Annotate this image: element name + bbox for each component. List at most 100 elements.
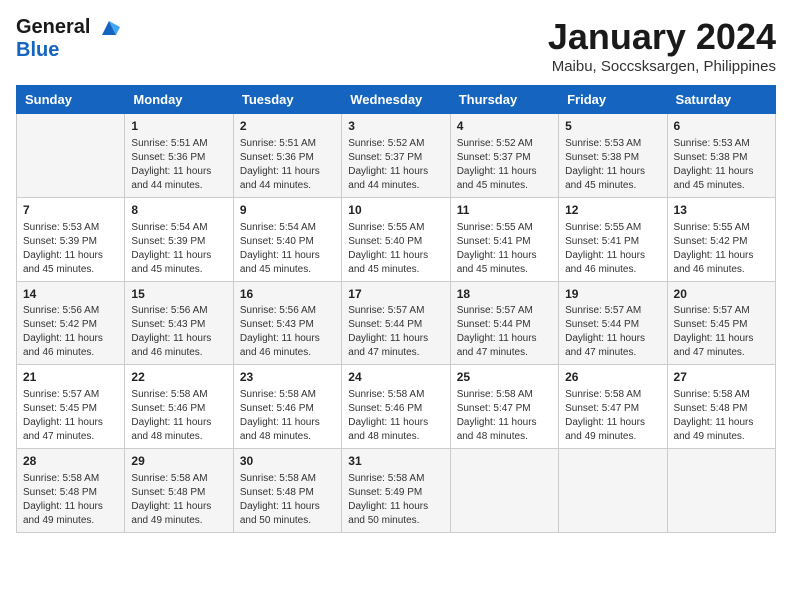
day-info: Sunrise: 5:55 AMSunset: 5:42 PMDaylight:… (674, 221, 769, 277)
calendar-cell: 4 Sunrise: 5:52 AMSunset: 5:37 PMDaylight… (450, 114, 558, 198)
calendar-cell: 18Sunrise: 5:57 AMSunset: 5:44 PMDayligh… (450, 281, 558, 365)
day-info: Sunrise: 5:58 AMSunset: 5:48 PMDaylight:… (23, 472, 118, 528)
day-info: Sunrise: 5:58 AMSunset: 5:48 PMDaylight:… (131, 472, 226, 528)
day-info: Sunrise: 5:58 AMSunset: 5:48 PMDaylight:… (674, 388, 769, 444)
day-info: Sunrise: 5:58 AMSunset: 5:48 PMDaylight:… (240, 472, 335, 528)
calendar-cell: 30 Sunrise: 5:58 AMSunset: 5:48 PMDayligh… (233, 449, 341, 533)
calendar-cell: 21Sunrise: 5:57 AMSunset: 5:45 PMDayligh… (17, 365, 125, 449)
day-number: 18 (457, 286, 552, 303)
day-info: Sunrise: 5:57 AMSunset: 5:45 PMDaylight:… (674, 304, 769, 360)
calendar-cell: 16Sunrise: 5:56 AMSunset: 5:43 PMDayligh… (233, 281, 341, 365)
day-number: 29 (131, 453, 226, 470)
calendar-cell: 5Sunrise: 5:53 AMSunset: 5:38 PMDaylight… (559, 114, 667, 198)
day-number: 8 (131, 202, 226, 219)
calendar-cell: 1 Sunrise: 5:51 AMSunset: 5:36 PMDaylight… (125, 114, 233, 198)
calendar-cell: 29 Sunrise: 5:58 AMSunset: 5:48 PMDayligh… (125, 449, 233, 533)
calendar-cell: 27 Sunrise: 5:58 AMSunset: 5:48 PMDayligh… (667, 365, 775, 449)
day-info: Sunrise: 5:55 AMSunset: 5:40 PMDaylight:… (348, 221, 443, 277)
day-number: 27 (674, 369, 769, 386)
calendar-cell: 14Sunrise: 5:56 AMSunset: 5:42 PMDayligh… (17, 281, 125, 365)
calendar-cell: 7Sunrise: 5:53 AMSunset: 5:39 PMDaylight… (17, 197, 125, 281)
calendar-table: SundayMondayTuesdayWednesdayThursdayFrid… (16, 85, 776, 533)
day-number: 22 (131, 369, 226, 386)
calendar-cell: 11Sunrise: 5:55 AMSunset: 5:41 PMDayligh… (450, 197, 558, 281)
day-number: 23 (240, 369, 335, 386)
day-number: 28 (23, 453, 118, 470)
week-row-2: 7Sunrise: 5:53 AMSunset: 5:39 PMDaylight… (17, 197, 776, 281)
day-info: Sunrise: 5:55 AMSunset: 5:41 PMDaylight:… (457, 221, 552, 277)
header-friday: Friday (559, 86, 667, 114)
calendar-cell: 25Sunrise: 5:58 AMSunset: 5:47 PMDayligh… (450, 365, 558, 449)
day-number: 4 (457, 118, 552, 135)
logo: General Blue (16, 16, 120, 61)
calendar-cell: 28 Sunrise: 5:58 AMSunset: 5:48 PMDayligh… (17, 449, 125, 533)
calendar-cell: 10 Sunrise: 5:55 AMSunset: 5:40 PMDayligh… (342, 197, 450, 281)
day-info: Sunrise: 5:58 AMSunset: 5:46 PMDaylight:… (348, 388, 443, 444)
logo-general: General (16, 16, 90, 38)
calendar-cell: 13 Sunrise: 5:55 AMSunset: 5:42 PMDayligh… (667, 197, 775, 281)
day-info: Sunrise: 5:56 AMSunset: 5:43 PMDaylight:… (131, 304, 226, 360)
calendar-cell: 19Sunrise: 5:57 AMSunset: 5:44 PMDayligh… (559, 281, 667, 365)
week-row-3: 14Sunrise: 5:56 AMSunset: 5:42 PMDayligh… (17, 281, 776, 365)
day-number: 31 (348, 453, 443, 470)
calendar-cell: 9 Sunrise: 5:54 AMSunset: 5:40 PMDaylight… (233, 197, 341, 281)
day-info: Sunrise: 5:56 AMSunset: 5:42 PMDaylight:… (23, 304, 118, 360)
calendar-cell: 6 Sunrise: 5:53 AMSunset: 5:38 PMDaylight… (667, 114, 775, 198)
day-info: Sunrise: 5:52 AMSunset: 5:37 PMDaylight:… (348, 137, 443, 193)
day-info: Sunrise: 5:58 AMSunset: 5:47 PMDaylight:… (457, 388, 552, 444)
calendar-body: 1 Sunrise: 5:51 AMSunset: 5:36 PMDaylight… (17, 114, 776, 533)
day-number: 5 (565, 118, 660, 135)
day-number: 2 (240, 118, 335, 135)
calendar-cell: 22Sunrise: 5:58 AMSunset: 5:46 PMDayligh… (125, 365, 233, 449)
day-number: 14 (23, 286, 118, 303)
calendar-cell: 15Sunrise: 5:56 AMSunset: 5:43 PMDayligh… (125, 281, 233, 365)
title-block: January 2024 Maibu, Soccsksargen, Philip… (548, 16, 776, 75)
month-title: January 2024 (548, 16, 776, 58)
calendar-cell (559, 449, 667, 533)
calendar-cell: 8 Sunrise: 5:54 AMSunset: 5:39 PMDaylight… (125, 197, 233, 281)
day-number: 20 (674, 286, 769, 303)
calendar-cell: 12 Sunrise: 5:55 AMSunset: 5:41 PMDayligh… (559, 197, 667, 281)
calendar-cell: 26 Sunrise: 5:58 AMSunset: 5:47 PMDayligh… (559, 365, 667, 449)
day-info: Sunrise: 5:58 AMSunset: 5:46 PMDaylight:… (240, 388, 335, 444)
header-tuesday: Tuesday (233, 86, 341, 114)
day-info: Sunrise: 5:52 AMSunset: 5:37 PMDaylight:… (457, 137, 552, 193)
calendar-cell: 3Sunrise: 5:52 AMSunset: 5:37 PMDaylight… (342, 114, 450, 198)
calendar-cell (17, 114, 125, 198)
day-number: 1 (131, 118, 226, 135)
day-number: 6 (674, 118, 769, 135)
day-number: 26 (565, 369, 660, 386)
day-info: Sunrise: 5:57 AMSunset: 5:44 PMDaylight:… (457, 304, 552, 360)
day-info: Sunrise: 5:58 AMSunset: 5:47 PMDaylight:… (565, 388, 660, 444)
day-number: 13 (674, 202, 769, 219)
day-info: Sunrise: 5:54 AMSunset: 5:40 PMDaylight:… (240, 221, 335, 277)
logo-blue: Blue (16, 39, 120, 61)
calendar-cell: 23 Sunrise: 5:58 AMSunset: 5:46 PMDayligh… (233, 365, 341, 449)
calendar-header: SundayMondayTuesdayWednesdayThursdayFrid… (17, 86, 776, 114)
page-header: General Blue January 2024 Maibu, Soccsks… (16, 16, 776, 75)
day-number: 30 (240, 453, 335, 470)
week-row-4: 21Sunrise: 5:57 AMSunset: 5:45 PMDayligh… (17, 365, 776, 449)
day-number: 9 (240, 202, 335, 219)
day-info: Sunrise: 5:55 AMSunset: 5:41 PMDaylight:… (565, 221, 660, 277)
header-saturday: Saturday (667, 86, 775, 114)
location: Maibu, Soccsksargen, Philippines (548, 58, 776, 75)
day-info: Sunrise: 5:51 AMSunset: 5:36 PMDaylight:… (131, 137, 226, 193)
header-monday: Monday (125, 86, 233, 114)
day-number: 12 (565, 202, 660, 219)
calendar-cell (450, 449, 558, 533)
day-info: Sunrise: 5:53 AMSunset: 5:38 PMDaylight:… (674, 137, 769, 193)
day-info: Sunrise: 5:53 AMSunset: 5:39 PMDaylight:… (23, 221, 118, 277)
day-info: Sunrise: 5:54 AMSunset: 5:39 PMDaylight:… (131, 221, 226, 277)
calendar-cell: 2Sunrise: 5:51 AMSunset: 5:36 PMDaylight… (233, 114, 341, 198)
week-row-5: 28 Sunrise: 5:58 AMSunset: 5:48 PMDayligh… (17, 449, 776, 533)
calendar-cell (667, 449, 775, 533)
day-number: 24 (348, 369, 443, 386)
calendar-cell: 31 Sunrise: 5:58 AMSunset: 5:49 PMDayligh… (342, 449, 450, 533)
day-number: 10 (348, 202, 443, 219)
day-info: Sunrise: 5:57 AMSunset: 5:45 PMDaylight:… (23, 388, 118, 444)
week-row-1: 1 Sunrise: 5:51 AMSunset: 5:36 PMDaylight… (17, 114, 776, 198)
day-info: Sunrise: 5:57 AMSunset: 5:44 PMDaylight:… (565, 304, 660, 360)
day-number: 16 (240, 286, 335, 303)
day-info: Sunrise: 5:58 AMSunset: 5:49 PMDaylight:… (348, 472, 443, 528)
